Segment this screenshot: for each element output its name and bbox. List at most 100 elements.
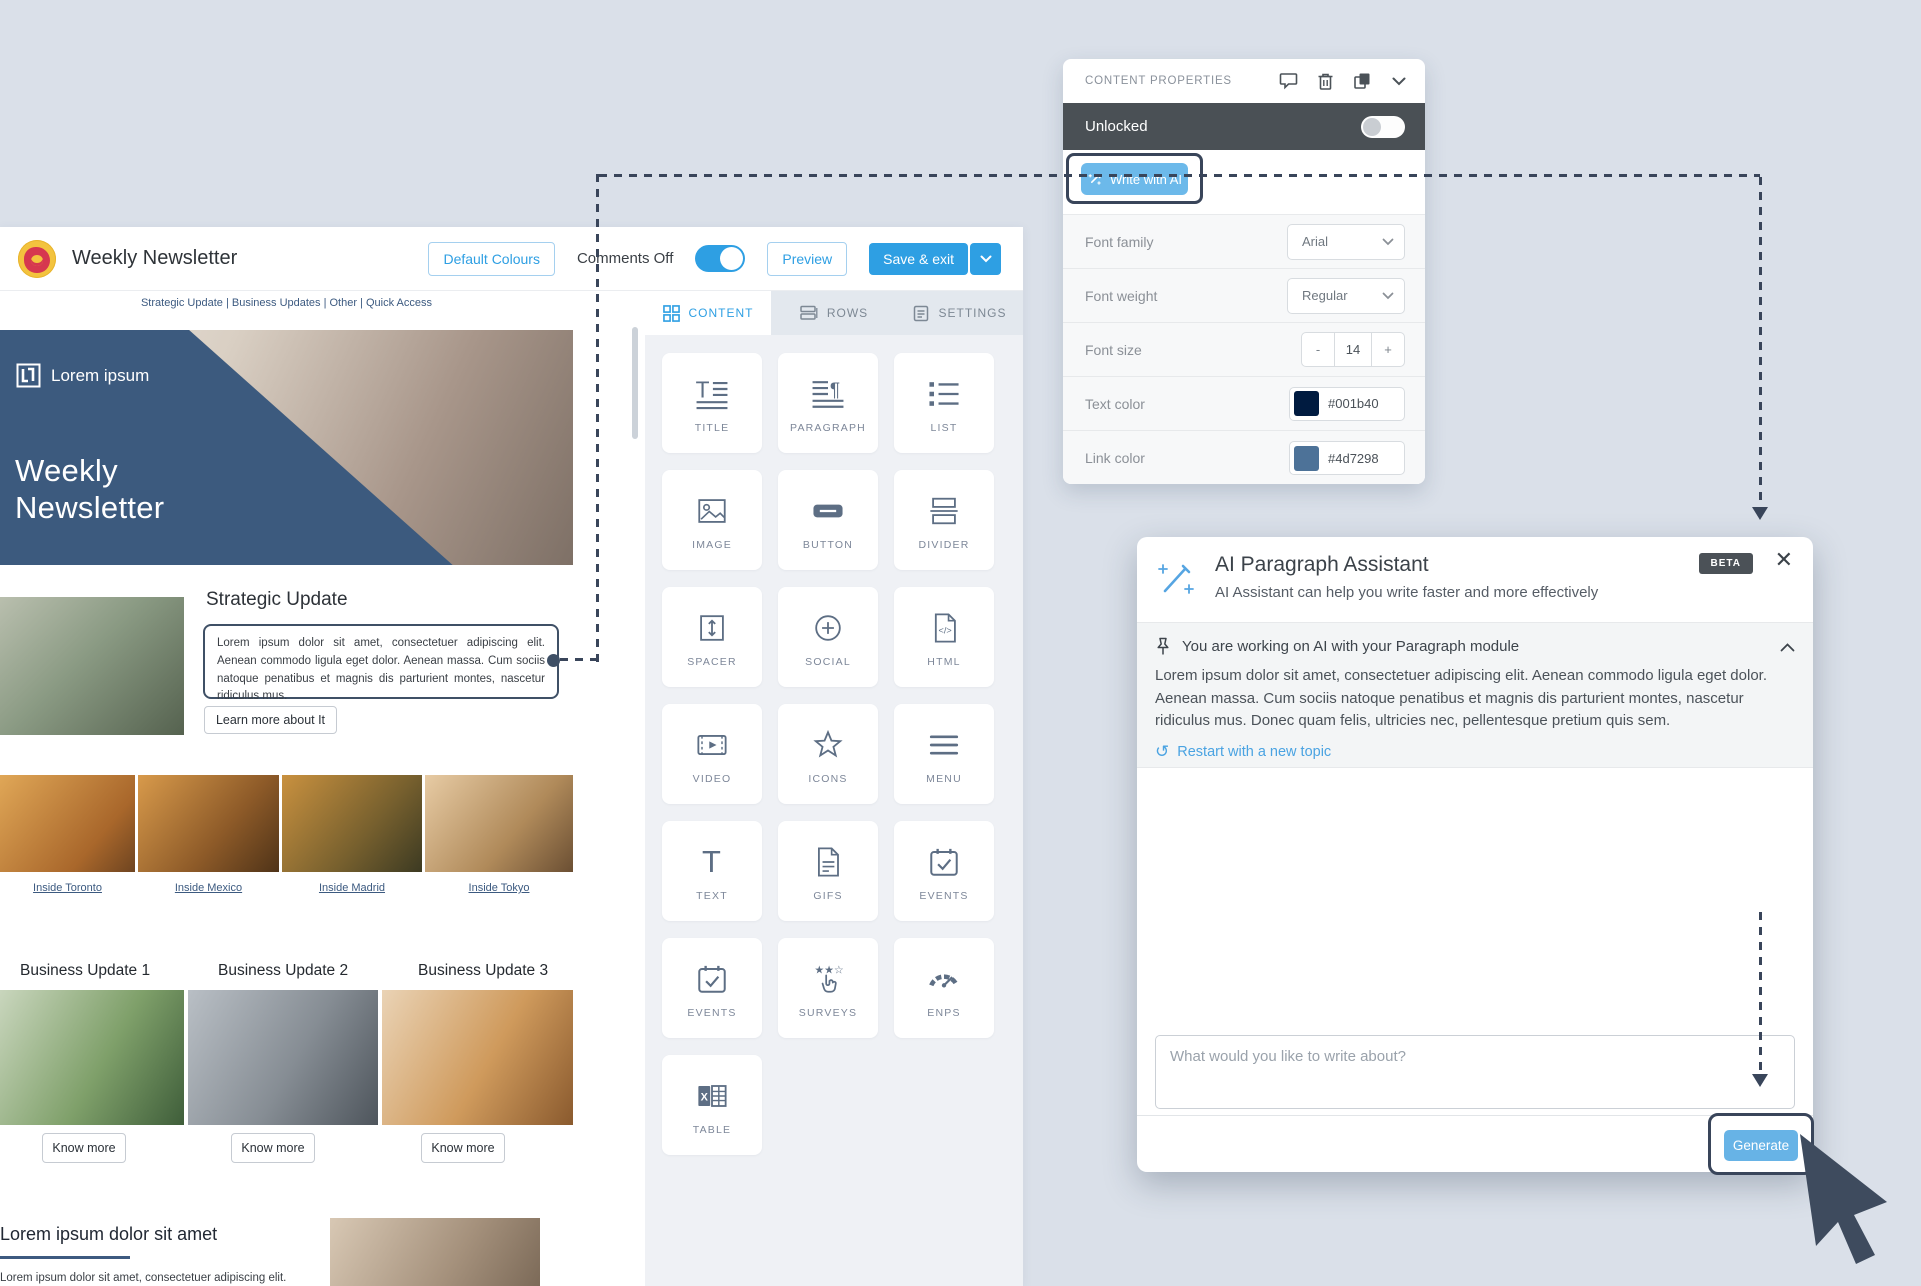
module-card-html[interactable]: </> HTML bbox=[894, 587, 994, 687]
know-more-button-2[interactable]: Know more bbox=[231, 1133, 315, 1163]
svg-text:¶: ¶ bbox=[830, 379, 840, 400]
newsletter-nav-links[interactable]: Strategic Update | Business Updates | Ot… bbox=[0, 297, 573, 309]
selected-paragraph-module[interactable]: Lorem ipsum dolor sit amet, consectetuer… bbox=[203, 624, 559, 702]
module-card-surveys[interactable]: ★★☆ SURVEYS bbox=[778, 938, 878, 1038]
surveys-icon: ★★☆ bbox=[808, 958, 848, 1000]
tab-content[interactable]: CONTENT bbox=[645, 291, 771, 335]
panel-scrollbar[interactable] bbox=[632, 327, 638, 439]
tab-settings[interactable]: SETTINGS bbox=[897, 291, 1023, 335]
chevron-down-icon bbox=[1382, 238, 1394, 245]
font-family-select[interactable]: Arial bbox=[1287, 223, 1405, 260]
link-inside-toronto[interactable]: Inside Toronto bbox=[0, 882, 135, 894]
font-family-value: Arial bbox=[1302, 234, 1329, 249]
enps-icon bbox=[924, 958, 964, 1000]
title-icon: T bbox=[692, 373, 732, 415]
module-label: EVENTS bbox=[687, 1006, 737, 1019]
module-label: ENPS bbox=[927, 1006, 961, 1019]
unlocked-bar: Unlocked bbox=[1063, 103, 1425, 150]
preview-button[interactable]: Preview bbox=[767, 241, 848, 276]
toggle-knob bbox=[720, 247, 744, 270]
list-icon bbox=[924, 373, 964, 415]
chevron-down-icon bbox=[1382, 292, 1394, 299]
module-card-list[interactable]: LIST bbox=[894, 353, 994, 453]
text-color-picker[interactable]: #001b40 bbox=[1289, 386, 1405, 421]
module-label: IMAGE bbox=[692, 538, 732, 551]
link-inside-mexico[interactable]: Inside Mexico bbox=[138, 882, 279, 894]
chevron-up-icon[interactable] bbox=[1780, 639, 1795, 657]
module-card-menu[interactable]: MENU bbox=[894, 704, 994, 804]
font-size-label: Font size bbox=[1085, 341, 1142, 358]
svg-text:X: X bbox=[701, 1091, 709, 1103]
connector-left-vertical bbox=[596, 174, 599, 662]
content-properties-panel: CONTENT PROPERTIES Unlocked Write with A… bbox=[1063, 59, 1425, 484]
font-weight-select[interactable]: Regular bbox=[1287, 277, 1405, 314]
module-label: EVENTS bbox=[919, 889, 969, 902]
delete-icon[interactable] bbox=[1315, 71, 1335, 91]
module-card-enps[interactable]: ENPS bbox=[894, 938, 994, 1038]
know-more-button-3[interactable]: Know more bbox=[421, 1133, 505, 1163]
pin-icon bbox=[1157, 637, 1169, 655]
link-color-picker[interactable]: #4d7298 bbox=[1289, 441, 1405, 475]
tab-rows[interactable]: ROWS bbox=[771, 291, 897, 335]
module-card-paragraph[interactable]: ¶ PARAGRAPH bbox=[778, 353, 878, 453]
svg-text:</>: </> bbox=[939, 625, 952, 635]
business-photo-2 bbox=[188, 990, 378, 1125]
module-card-events-2[interactable]: EVENTS bbox=[662, 938, 762, 1038]
collapse-chevron-icon[interactable] bbox=[1389, 71, 1409, 91]
module-card-spacer[interactable]: SPACER bbox=[662, 587, 762, 687]
restart-icon: ↺ bbox=[1155, 741, 1170, 761]
module-card-table[interactable]: X TABLE bbox=[662, 1055, 762, 1155]
save-exit-button[interactable]: Save & exit bbox=[869, 242, 968, 275]
module-card-icons[interactable]: ICONS bbox=[778, 704, 878, 804]
duplicate-icon[interactable] bbox=[1352, 71, 1372, 91]
close-icon[interactable]: ✕ bbox=[1775, 547, 1793, 573]
font-size-row: Font size - 14 + bbox=[1063, 323, 1425, 377]
font-size-decrease-button[interactable]: - bbox=[1302, 333, 1334, 366]
text-color-label: Text color bbox=[1085, 395, 1145, 412]
properties-header: CONTENT PROPERTIES bbox=[1063, 59, 1425, 103]
module-card-video[interactable]: VIDEO bbox=[662, 704, 762, 804]
properties-rows: Font family Arial Font weight Regular Fo… bbox=[1063, 214, 1425, 484]
module-label: PARAGRAPH bbox=[790, 421, 866, 434]
save-options-chevron-button[interactable] bbox=[970, 242, 1001, 275]
spacer-icon bbox=[692, 607, 732, 649]
font-weight-label: Font weight bbox=[1085, 287, 1158, 304]
default-colours-button[interactable]: Default Colours bbox=[428, 241, 555, 276]
context-body: Lorem ipsum dolor sit amet, consectetuer… bbox=[1155, 667, 1768, 729]
restart-topic-link[interactable]: ↺ Restart with a new topic bbox=[1155, 742, 1795, 762]
link-inside-tokyo[interactable]: Inside Tokyo bbox=[425, 882, 573, 894]
module-label: SOCIAL bbox=[805, 655, 851, 668]
write-with-ai-button[interactable]: Write with AI bbox=[1081, 163, 1188, 195]
comments-toggle[interactable] bbox=[695, 245, 746, 272]
city-photo-mexico bbox=[138, 775, 279, 872]
font-family-row: Font family Arial bbox=[1063, 215, 1425, 269]
module-card-divider[interactable]: DIVIDER bbox=[894, 470, 994, 570]
comment-icon[interactable] bbox=[1278, 71, 1298, 91]
module-card-social[interactable]: SOCIAL bbox=[778, 587, 878, 687]
tab-label: CONTENT bbox=[688, 306, 754, 320]
link-inside-madrid[interactable]: Inside Madrid bbox=[282, 882, 422, 894]
events-icon bbox=[692, 958, 732, 1000]
text-color-row: Text color #001b40 bbox=[1063, 377, 1425, 431]
module-card-title[interactable]: T TITLE bbox=[662, 353, 762, 453]
selection-handle[interactable] bbox=[547, 654, 560, 667]
prompt-input[interactable] bbox=[1155, 1035, 1795, 1109]
unlocked-toggle[interactable] bbox=[1361, 115, 1405, 138]
module-card-text[interactable]: T TEXT bbox=[662, 821, 762, 921]
text-color-swatch bbox=[1294, 391, 1319, 416]
module-card-image[interactable]: IMAGE bbox=[662, 470, 762, 570]
module-label: LIST bbox=[930, 421, 958, 434]
context-title-row: You are working on AI with your Paragrap… bbox=[1155, 637, 1795, 656]
module-label: TEXT bbox=[696, 889, 728, 902]
module-card-gifs[interactable]: GIFS bbox=[778, 821, 878, 921]
module-card-button[interactable]: BUTTON bbox=[778, 470, 878, 570]
tab-label: ROWS bbox=[826, 306, 869, 320]
divider-icon bbox=[924, 490, 964, 532]
module-card-events[interactable]: EVENTS bbox=[894, 821, 994, 921]
font-size-increase-button[interactable]: + bbox=[1372, 333, 1404, 366]
learn-more-button[interactable]: Learn more about It bbox=[204, 706, 337, 734]
know-more-button-1[interactable]: Know more bbox=[42, 1133, 126, 1163]
events-icon bbox=[924, 841, 964, 883]
screenshot-root: Weekly Newsletter Default Colours Commen… bbox=[0, 0, 1921, 1286]
bottom-section-heading: Lorem ipsum dolor sit amet bbox=[0, 1224, 218, 1244]
